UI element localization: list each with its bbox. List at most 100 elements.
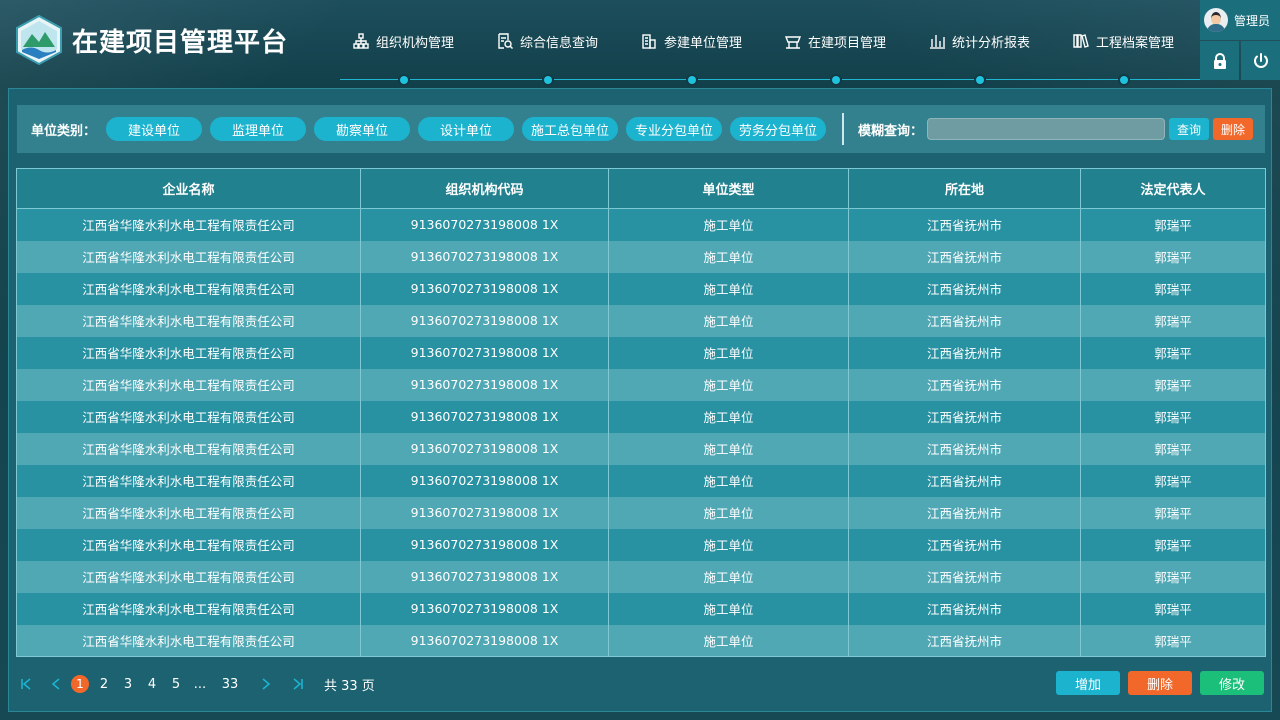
prev-page-button[interactable] xyxy=(44,677,68,691)
page-link[interactable]: 4 xyxy=(140,677,164,692)
table-row[interactable]: 江西省华隆水利水电工程有限责任公司 9136070273198008 1X 施工单位… xyxy=(16,304,1266,337)
cell-company-name: 江西省华隆水利水电工程有限责任公司 xyxy=(16,304,361,337)
table-row[interactable]: 江西省华隆水利水电工程有限责任公司 9136070273198008 1X 施工单位… xyxy=(16,240,1266,273)
cell-legal-rep: 郭瑞平 xyxy=(1080,368,1266,401)
nav-statistics[interactable]: 统计分析报表 xyxy=(916,28,1060,54)
cell-company-name: 江西省华隆水利水电工程有限责任公司 xyxy=(16,400,361,433)
header: 在建项目管理平台 组织机构管理 综合信息查询 参建单位管理 在建项目管理 统计分… xyxy=(0,0,1280,86)
cell-unit-type: 施工单位 xyxy=(608,304,849,337)
edit-button[interactable]: 修改 xyxy=(1200,671,1264,695)
table-row[interactable]: 江西省华隆水利水电工程有限责任公司 9136070273198008 1X 施工单位… xyxy=(16,272,1266,305)
nav-label: 工程档案管理 xyxy=(1096,35,1175,51)
user-menu[interactable]: 管理员 xyxy=(1200,0,1280,40)
nav-archive[interactable]: 工程档案管理 xyxy=(1060,28,1204,54)
cell-org-code: 9136070273198008 1X xyxy=(360,272,609,305)
cell-location: 江西省抚州市 xyxy=(848,592,1081,625)
add-button[interactable]: 增加 xyxy=(1056,671,1120,695)
col-company-name[interactable]: 企业名称 xyxy=(16,168,361,209)
lock-button[interactable] xyxy=(1200,41,1239,80)
cell-legal-rep: 郭瑞平 xyxy=(1080,272,1266,305)
cell-location: 江西省抚州市 xyxy=(848,400,1081,433)
table-row[interactable]: 江西省华隆水利水电工程有限责任公司 9136070273198008 1X 施工单位… xyxy=(16,624,1266,657)
table-row[interactable]: 江西省华隆水利水电工程有限责任公司 9136070273198008 1X 施工单位… xyxy=(16,400,1266,433)
col-legal-rep[interactable]: 法定代表人 xyxy=(1080,168,1266,209)
search-label: 模糊查询： xyxy=(858,123,924,139)
cell-org-code: 9136070273198008 1X xyxy=(360,304,609,337)
chip-survey[interactable]: 勘察单位 xyxy=(314,117,411,141)
cell-org-code: 9136070273198008 1X xyxy=(360,496,609,529)
page-link[interactable]: 3 xyxy=(116,677,140,692)
chip-supervisor[interactable]: 监理单位 xyxy=(210,117,307,141)
cell-company-name: 江西省华隆水利水电工程有限责任公司 xyxy=(16,624,361,657)
construction-icon xyxy=(784,36,802,49)
last-page-button[interactable] xyxy=(286,677,310,691)
nav-project-management[interactable]: 在建项目管理 xyxy=(772,28,916,54)
power-icon xyxy=(1253,52,1268,68)
table-row[interactable]: 江西省华隆水利水电工程有限责任公司 9136070273198008 1X 施工单位… xyxy=(16,368,1266,401)
page-total: 共 33 页 xyxy=(324,678,375,694)
page-link[interactable]: 2 xyxy=(92,677,116,692)
last-page-icon xyxy=(293,678,303,690)
main-panel: 单位类别： 建设单位 监理单位 勘察单位 设计单位 施工总包单位 专业分包单位 … xyxy=(8,88,1272,712)
page-current[interactable]: 1 xyxy=(68,675,92,693)
nav-dot xyxy=(542,74,554,86)
table-row[interactable]: 江西省华隆水利水电工程有限责任公司 9136070273198008 1X 施工单位… xyxy=(16,496,1266,529)
page-link[interactable]: 5 xyxy=(164,677,188,692)
cell-legal-rep: 郭瑞平 xyxy=(1080,400,1266,433)
cell-company-name: 江西省华隆水利水电工程有限责任公司 xyxy=(16,464,361,497)
cell-org-code: 9136070273198008 1X xyxy=(360,336,609,369)
page-link-last[interactable]: 33 xyxy=(212,677,248,692)
search-input[interactable] xyxy=(927,118,1166,140)
table-row[interactable]: 江西省华隆水利水电工程有限责任公司 9136070273198008 1X 施工单位… xyxy=(16,464,1266,497)
app-title: 在建项目管理平台 xyxy=(72,28,289,58)
col-unit-type[interactable]: 单位类型 xyxy=(608,168,849,209)
cell-legal-rep: 郭瑞平 xyxy=(1080,624,1266,657)
cell-location: 江西省抚州市 xyxy=(848,336,1081,369)
table-row[interactable]: 江西省华隆水利水电工程有限责任公司 9136070273198008 1X 施工单位… xyxy=(16,336,1266,369)
first-page-button[interactable] xyxy=(14,677,38,691)
cell-unit-type: 施工单位 xyxy=(608,272,849,305)
cell-org-code: 9136070273198008 1X xyxy=(360,592,609,625)
cell-org-code: 9136070273198008 1X xyxy=(360,464,609,497)
nav-participant-management[interactable]: 参建单位管理 xyxy=(628,28,772,54)
delete-button[interactable]: 删除 xyxy=(1128,671,1192,695)
doc-search-icon xyxy=(498,33,513,49)
cell-location: 江西省抚州市 xyxy=(848,528,1081,561)
cell-location: 江西省抚州市 xyxy=(848,496,1081,529)
divider xyxy=(842,113,845,145)
cell-unit-type: 施工单位 xyxy=(608,528,849,561)
chip-builder[interactable]: 建设单位 xyxy=(106,117,203,141)
cell-company-name: 江西省华隆水利水电工程有限责任公司 xyxy=(16,560,361,593)
nav-rail xyxy=(340,79,1200,80)
nav-info-query[interactable]: 综合信息查询 xyxy=(484,28,628,54)
nav-org-management[interactable]: 组织机构管理 xyxy=(340,28,484,54)
filter-bar: 单位类别： 建设单位 监理单位 勘察单位 设计单位 施工总包单位 专业分包单位 … xyxy=(17,105,1265,153)
nav-label: 在建项目管理 xyxy=(808,35,887,51)
filter-label: 单位类别： xyxy=(31,123,97,139)
nav-label: 统计分析报表 xyxy=(952,35,1031,51)
chip-design[interactable]: 设计单位 xyxy=(418,117,515,141)
chip-specialty-subcontractor[interactable]: 专业分包单位 xyxy=(626,117,723,141)
table-row[interactable]: 江西省华隆水利水电工程有限责任公司 9136070273198008 1X 施工单位… xyxy=(16,528,1266,561)
table-row[interactable]: 江西省华隆水利水电工程有限责任公司 9136070273198008 1X 施工单位… xyxy=(16,208,1266,241)
next-page-button[interactable] xyxy=(254,677,278,691)
chip-labor-subcontractor[interactable]: 劳务分包单位 xyxy=(730,117,827,141)
clear-button[interactable]: 删除 xyxy=(1213,118,1254,140)
cell-unit-type: 施工单位 xyxy=(608,560,849,593)
cell-location: 江西省抚州市 xyxy=(848,368,1081,401)
table-row[interactable]: 江西省华隆水利水电工程有限责任公司 9136070273198008 1X 施工单位… xyxy=(16,592,1266,625)
col-org-code[interactable]: 组织机构代码 xyxy=(360,168,609,209)
cell-location: 江西省抚州市 xyxy=(848,464,1081,497)
col-location[interactable]: 所在地 xyxy=(848,168,1081,209)
query-button[interactable]: 查询 xyxy=(1169,118,1210,140)
table-row[interactable]: 江西省华隆水利水电工程有限责任公司 9136070273198008 1X 施工单位… xyxy=(16,432,1266,465)
power-button[interactable] xyxy=(1241,41,1280,80)
cell-company-name: 江西省华隆水利水电工程有限责任公司 xyxy=(16,272,361,305)
company-table: 企业名称 组织机构代码 单位类型 所在地 法定代表人 江西省华隆水利水电工程有限… xyxy=(16,168,1266,657)
cell-company-name: 江西省华隆水利水电工程有限责任公司 xyxy=(16,528,361,561)
chip-general-contractor[interactable]: 施工总包单位 xyxy=(522,117,619,141)
table-row[interactable]: 江西省华隆水利水电工程有限责任公司 9136070273198008 1X 施工单位… xyxy=(16,560,1266,593)
cell-company-name: 江西省华隆水利水电工程有限责任公司 xyxy=(16,208,361,241)
page-ellipsis: ... xyxy=(193,676,207,692)
cell-unit-type: 施工单位 xyxy=(608,240,849,273)
